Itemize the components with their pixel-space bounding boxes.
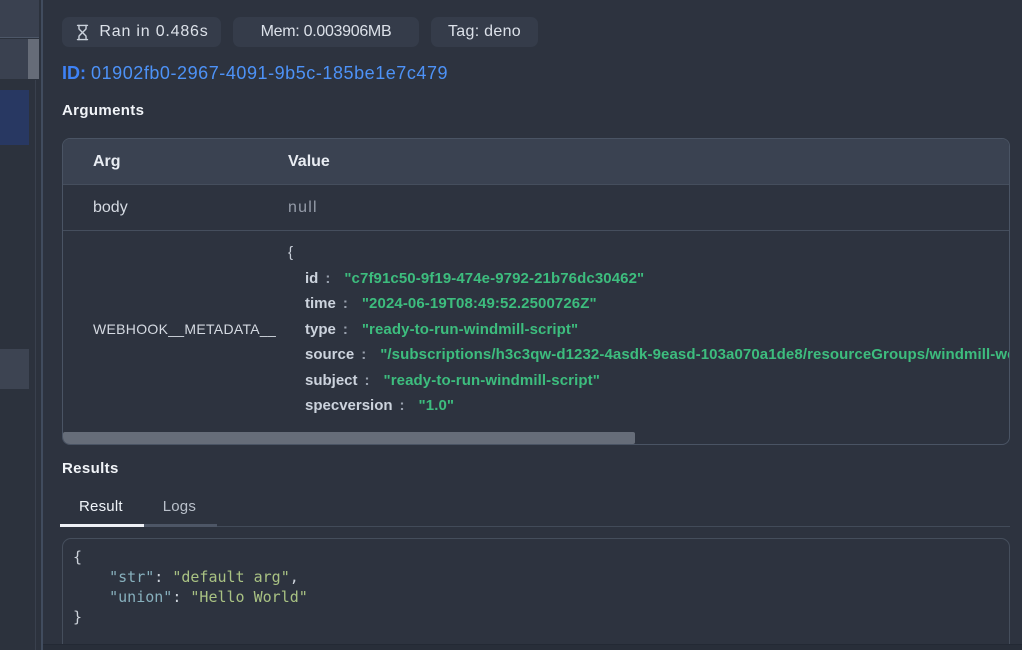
result-indent <box>73 568 109 586</box>
json-string-value: "1.0" <box>419 397 455 414</box>
memory-badge: Mem: 0.003906MB <box>233 17 419 47</box>
json-string-value: "/subscriptions/h3c3qw-d1232-4asdk-9easd… <box>380 346 1009 363</box>
result-comma: , <box>290 568 299 586</box>
result-open-brace: { <box>73 548 82 566</box>
json-string-value: "2024-06-19T08:49:52.2500726Z" <box>362 295 597 312</box>
tab-logs[interactable]: Logs <box>144 498 217 527</box>
bottom-panel-edge <box>43 644 1022 650</box>
json-key: time <box>305 295 336 312</box>
json-string-value: "ready-to-run-windmill-script" <box>384 372 600 389</box>
json-colon: : <box>343 321 348 338</box>
result-value-union: "Hello World" <box>190 588 307 606</box>
json-field-specversion: specversion: "1.0" <box>288 393 1009 419</box>
arg-name: WEBHOOK__METADATA__ <box>63 321 288 337</box>
json-field-type: type: "ready-to-run-windmill-script" <box>288 317 1009 343</box>
value-column-header: Value <box>288 153 1009 171</box>
json-field-source: source: "/subscriptions/h3c3qw-d1232-4asd… <box>288 342 1009 368</box>
arg-value-null: null <box>288 199 1009 217</box>
json-colon: : <box>325 270 330 287</box>
tab-result[interactable]: Result <box>60 498 144 527</box>
run-badges: Ran in 0.486s Mem: 0.003906MB Tag: deno <box>62 17 1010 47</box>
json-field-id: id: "c7f91c50-9f19-474e-9792-21b76dc30462… <box>288 266 1009 292</box>
job-id-value[interactable]: 01902fb0-2967-4091-9b5c-185be1e7c479 <box>91 63 448 83</box>
runtime-badge: Ran in 0.486s <box>62 17 221 47</box>
runtime-badge-label: Ran in 0.486s <box>99 23 208 41</box>
job-id-label: ID: <box>62 63 86 83</box>
json-key: type <box>305 321 336 338</box>
arguments-table-header: Arg Value <box>63 139 1009 185</box>
json-string-value: "ready-to-run-windmill-script" <box>362 321 578 338</box>
table-horizontal-scrollbar[interactable] <box>63 427 1009 444</box>
left-pane-item[interactable] <box>0 349 29 389</box>
memory-badge-label: Mem: 0.003906MB <box>261 23 392 41</box>
left-pane-block-top <box>0 0 39 38</box>
arg-column-header: Arg <box>63 153 288 171</box>
result-indent <box>73 588 109 606</box>
result-value-str: "default arg" <box>172 568 289 586</box>
json-string-value: "c7f91c50-9f19-474e-9792-21b76dc30462" <box>344 270 644 287</box>
result-key-str: "str" <box>109 568 154 586</box>
json-open-brace: { <box>288 240 1009 266</box>
json-colon: : <box>361 346 366 363</box>
hourglass-icon <box>74 24 91 41</box>
json-colon: : <box>343 295 348 312</box>
result-key-union: "union" <box>109 588 172 606</box>
arg-name: body <box>63 199 288 217</box>
result-json-box[interactable]: { "str": "default arg", "union": "Hello … <box>62 538 1010 650</box>
left-pane-scroll-track-line <box>35 80 36 650</box>
json-colon: : <box>365 372 370 389</box>
left-pane-scrollbar-thumb[interactable] <box>28 39 39 79</box>
result-close-brace: } <box>73 608 82 626</box>
json-key: id <box>305 270 318 287</box>
result-separator: : <box>154 568 172 586</box>
json-key: subject <box>305 372 358 389</box>
results-tabs: Result Logs <box>60 498 1010 527</box>
arguments-table: Arg Value body null WEBHOOK__METADATA__ … <box>62 138 1010 445</box>
run-result-panel: Ran in 0.486s Mem: 0.003906MB Tag: deno … <box>43 0 1022 650</box>
table-horizontal-scrollbar-thumb[interactable] <box>63 432 635 444</box>
job-id-line: ID: 01902fb0-2967-4091-9b5c-185be1e7c479 <box>62 62 1010 84</box>
results-title: Results <box>62 459 1010 478</box>
json-field-subject: subject: "ready-to-run-windmill-script" <box>288 368 1009 394</box>
tag-badge: Tag: deno <box>431 17 538 47</box>
table-row-webhook-metadata: WEBHOOK__METADATA__ { id: "c7f91c50-9f19-4… <box>63 231 1009 427</box>
json-key: specversion <box>305 397 393 414</box>
tabs-rest-border <box>217 498 1010 527</box>
json-key: source <box>305 346 354 363</box>
table-row-body: body null <box>63 185 1009 231</box>
tag-badge-label: Tag: deno <box>448 23 521 41</box>
webhook-metadata-json[interactable]: { id: "c7f91c50-9f19-474e-9792-21b76dc3046… <box>288 231 1009 427</box>
json-colon: : <box>400 397 405 414</box>
arguments-title: Arguments <box>62 101 1010 120</box>
json-field-time: time: "2024-06-19T08:49:52.2500726Z" <box>288 291 1009 317</box>
left-pane-selected-item[interactable] <box>0 90 29 145</box>
result-separator: : <box>172 588 190 606</box>
left-pane <box>0 0 41 650</box>
